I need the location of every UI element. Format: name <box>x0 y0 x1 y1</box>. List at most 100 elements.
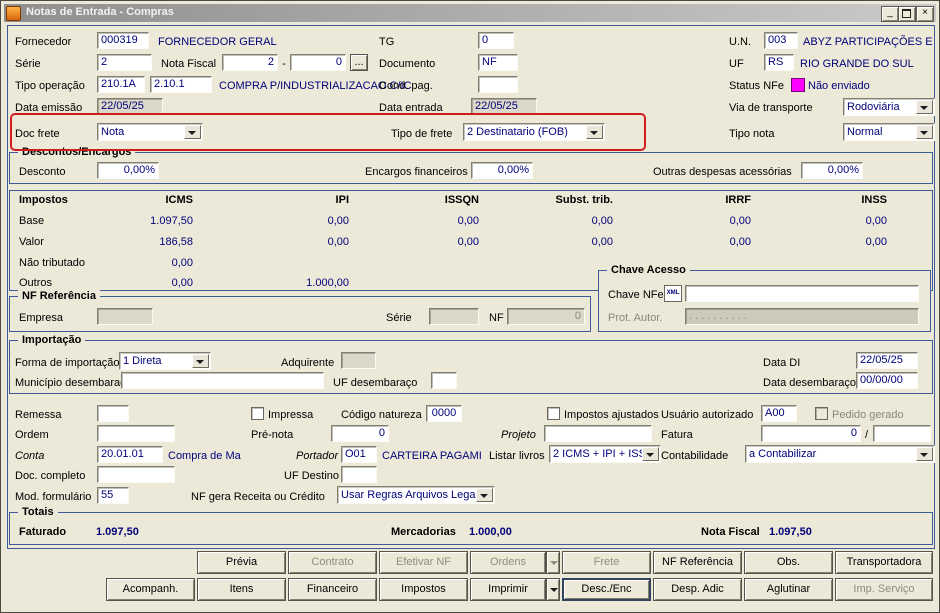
ordem-field[interactable] <box>97 425 175 442</box>
efetivar-nf-button[interactable]: Efetivar NF <box>379 551 468 574</box>
financeiro-button[interactable]: Financeiro <box>288 578 377 601</box>
nota-fiscal-total-value: 1.097,50 <box>769 526 812 538</box>
listar-livros-select[interactable]: 2 ICMS + IPI + ISS <box>549 445 661 463</box>
acompanh-button[interactable]: Acompanh. <box>106 578 195 601</box>
nfref-nf-field[interactable]: 0 <box>507 308 585 325</box>
via-transporte-select[interactable]: Rodoviária <box>843 98 935 116</box>
minimize-button[interactable]: _ <box>881 6 899 22</box>
tipo-operacao-code1-field[interactable]: 210.1A <box>97 76 145 93</box>
impostos-button[interactable]: Impostos <box>379 578 468 601</box>
dropdown-arrow-icon[interactable] <box>476 488 493 502</box>
usuario-autorizado-field[interactable]: A00 <box>761 405 797 422</box>
dropdown-arrow-icon[interactable] <box>916 447 933 461</box>
documento-field[interactable]: NF <box>478 54 518 71</box>
cond-pag-field[interactable] <box>478 76 518 93</box>
nf-referencia-button[interactable]: NF Referência <box>653 551 742 574</box>
encargos-field[interactable]: 0,00% <box>471 162 533 179</box>
empresa-field[interactable] <box>97 308 153 325</box>
cond-pag-label: Cond. pag. <box>379 80 433 92</box>
contabilidade-select[interactable]: a Contabilizar <box>745 445 935 463</box>
remessa-label: Remessa <box>15 409 62 421</box>
forma-importacao-select[interactable]: 1 Direta <box>119 352 211 370</box>
desp-adic-button[interactable]: Desp. Adic <box>653 578 742 601</box>
serie-field[interactable]: 2 <box>97 54 152 71</box>
conta-field[interactable]: 20.01.01 <box>97 446 163 463</box>
fatura-field[interactable]: 0 <box>761 425 861 442</box>
ordens-dropdown-arrow-icon[interactable] <box>546 551 560 574</box>
fatura-field-2[interactable] <box>873 425 931 442</box>
chave-nfe-field[interactable] <box>685 285 919 302</box>
mod-formulario-field[interactable]: 55 <box>97 487 129 504</box>
un-code-field[interactable]: 003 <box>764 32 798 49</box>
impostos-col-subst: Subst. trib. <box>555 194 613 206</box>
adquirente-field[interactable] <box>341 352 376 369</box>
frete-button[interactable]: Frete <box>562 551 651 574</box>
doc-completo-field[interactable] <box>97 466 175 483</box>
obs-button[interactable]: Obs. <box>744 551 833 574</box>
nota-fiscal-field-2[interactable]: 0 <box>290 54 346 71</box>
portador-field[interactable]: O01 <box>341 446 377 463</box>
status-nfe-text: Não enviado <box>808 80 870 92</box>
data-desembaraco-field[interactable]: 00/00/00 <box>856 372 918 389</box>
impressa-checkbox[interactable] <box>251 407 264 420</box>
dropdown-arrow-icon[interactable] <box>642 447 659 461</box>
dropdown-arrow-icon[interactable] <box>192 354 209 368</box>
ordens-button[interactable]: Ordens <box>470 551 546 574</box>
data-di-field[interactable]: 22/05/25 <box>856 352 918 369</box>
impostos-cell: 0,00 <box>591 236 613 248</box>
conta-label[interactable]: Conta <box>15 450 44 462</box>
itens-button[interactable]: Itens <box>197 578 286 601</box>
uf-desembaraco-label: UF desembaraço <box>333 377 418 389</box>
desconto-label: Desconto <box>19 166 66 178</box>
desconto-field[interactable]: 0,00% <box>97 162 159 179</box>
impostos-cell: 186,58 <box>159 236 193 248</box>
pre-nota-label: Pré-nota <box>251 429 294 441</box>
xml-icon-button[interactable]: XML <box>664 285 682 302</box>
impostos-cell: 0,00 <box>327 236 349 248</box>
transportadora-button[interactable]: Transportadora <box>835 551 933 574</box>
outras-despesas-field[interactable]: 0,00% <box>801 162 863 179</box>
uf-field[interactable]: RS <box>764 54 794 71</box>
impostos-row-label: Base <box>19 215 45 227</box>
uf-desembaraco-field[interactable] <box>431 372 457 389</box>
impostos-col-ipi: IPI <box>335 194 349 206</box>
browse-button[interactable]: ... <box>350 54 368 71</box>
previa-button[interactable]: Prévia <box>197 551 286 574</box>
highlight-annotation <box>10 113 646 151</box>
portador-label[interactable]: Portador <box>296 450 338 462</box>
pedido-gerado-label: Pedido gerado <box>832 409 904 421</box>
nota-fiscal-field[interactable]: 2 <box>222 54 278 71</box>
pre-nota-field[interactable]: 0 <box>331 425 389 442</box>
codigo-natureza-label: Código natureza <box>341 409 422 421</box>
nf-gera-select[interactable]: Usar Regras Arquivos Legais <box>337 486 495 504</box>
imprimir-button[interactable]: Imprimir <box>470 578 546 601</box>
fatura-label: Fatura <box>661 429 693 441</box>
close-button[interactable]: × <box>916 6 934 22</box>
uf-destino-field[interactable] <box>341 466 377 483</box>
tipo-nota-select[interactable]: Normal <box>843 123 935 141</box>
desc-enc-button[interactable]: Desc./Enc <box>562 578 651 601</box>
maximize-button[interactable] <box>898 6 916 22</box>
dropdown-arrow-icon[interactable] <box>916 100 933 114</box>
projeto-label[interactable]: Projeto <box>501 429 536 441</box>
contrato-button[interactable]: Contrato <box>288 551 377 574</box>
imp-servico-button[interactable]: Imp. Serviço <box>835 578 933 601</box>
projeto-field[interactable] <box>544 425 652 442</box>
listar-livros-label: Listar livros <box>489 450 545 462</box>
contabilidade-value: a Contabilizar <box>749 448 817 460</box>
tg-field[interactable]: 0 <box>478 32 514 49</box>
tipo-operacao-code2-field[interactable]: 2.10.1 <box>150 76 212 93</box>
remessa-field[interactable] <box>97 405 129 422</box>
codigo-natureza-field[interactable]: 0000 <box>426 405 462 422</box>
impostos-ajustados-checkbox[interactable] <box>547 407 560 420</box>
xml-icon: XML <box>666 290 680 296</box>
imprimir-dropdown-arrow-icon[interactable] <box>546 578 560 601</box>
fornecedor-code-field[interactable]: 000319 <box>97 32 149 49</box>
aglutinar-button[interactable]: Aglutinar <box>744 578 833 601</box>
dropdown-arrow-icon[interactable] <box>916 125 933 139</box>
impostos-cell: 0,00 <box>457 215 479 227</box>
municipio-desembaraco-field[interactable] <box>121 372 324 389</box>
nfref-serie-field[interactable] <box>429 308 479 325</box>
impostos-title: Impostos <box>19 194 68 206</box>
tipo-nota-label: Tipo nota <box>729 128 775 140</box>
